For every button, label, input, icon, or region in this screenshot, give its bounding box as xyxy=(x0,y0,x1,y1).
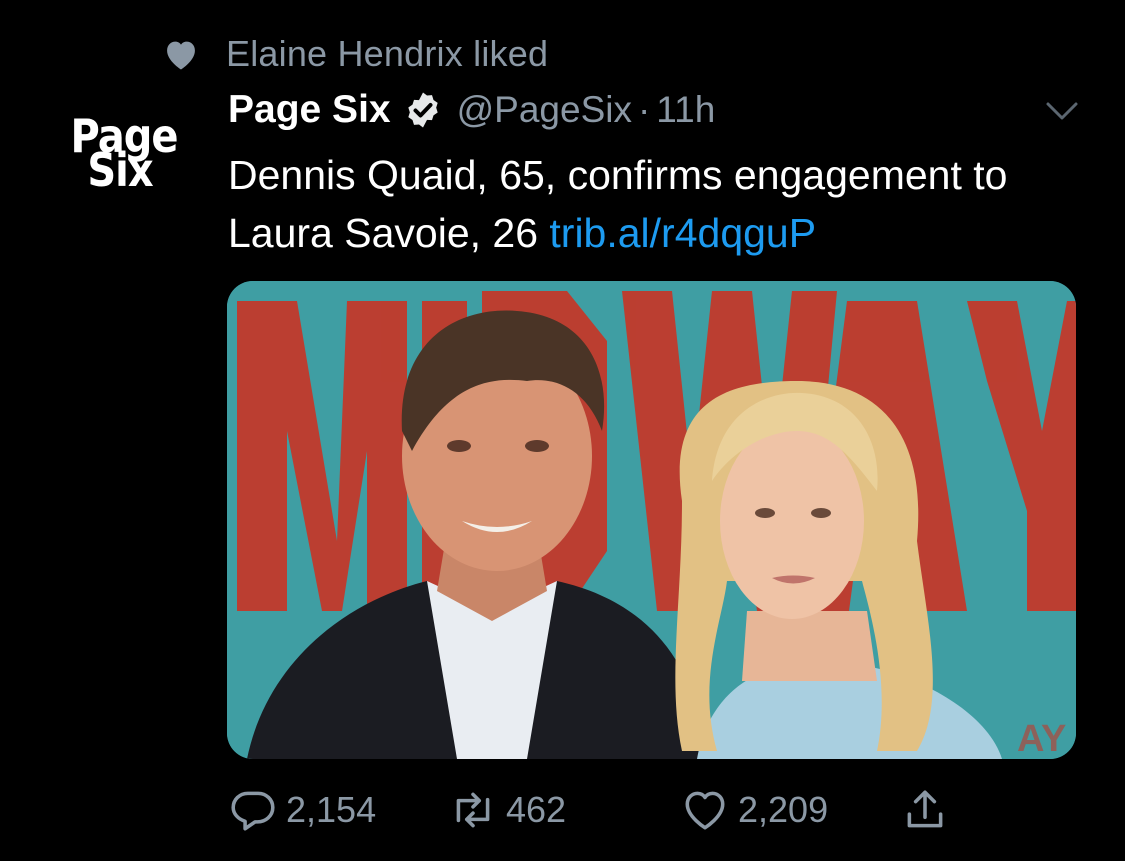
backdrop-corner-text: AY xyxy=(1017,718,1066,759)
tweet-header: Page Six @PageSix · 11h xyxy=(228,84,715,136)
photo-illustration: AY xyxy=(227,281,1076,759)
tweet-image[interactable]: AY xyxy=(227,281,1076,759)
handle[interactable]: @PageSix xyxy=(457,89,632,131)
like-button[interactable]: 2,209 xyxy=(680,780,828,840)
avatar[interactable]: Page Six xyxy=(62,114,192,216)
action-bar: 2,154 462 2,209 xyxy=(228,780,988,840)
heart-icon xyxy=(167,41,195,70)
share-button[interactable] xyxy=(900,780,950,840)
reply-button[interactable]: 2,154 xyxy=(228,780,376,840)
retweet-button[interactable]: 462 xyxy=(448,780,566,840)
verified-badge-icon xyxy=(407,92,438,128)
tweet-text: Dennis Quaid, 65, confirms engagement to… xyxy=(228,146,1088,262)
tweet[interactable]: Elaine Hendrix liked Page Six Page Six @… xyxy=(0,0,1125,861)
reply-count: 2,154 xyxy=(286,789,377,830)
timestamp[interactable]: 11h xyxy=(656,89,715,131)
reply-icon xyxy=(231,791,275,831)
retweet-icon xyxy=(456,792,490,828)
like-heart-icon xyxy=(685,791,725,830)
retweet-count: 462 xyxy=(506,789,567,830)
share-icon xyxy=(907,790,943,828)
avatar-logo-line2: Six xyxy=(87,144,153,198)
tweet-link[interactable]: trib.al/r4dqguP xyxy=(549,210,816,256)
like-count: 2,209 xyxy=(738,789,829,830)
social-context-label: Elaine Hendrix liked xyxy=(226,33,549,74)
display-name[interactable]: Page Six xyxy=(228,88,391,132)
social-context: Elaine Hendrix liked xyxy=(162,32,548,76)
chevron-down-icon[interactable] xyxy=(1042,96,1082,126)
separator-dot: · xyxy=(637,89,651,130)
